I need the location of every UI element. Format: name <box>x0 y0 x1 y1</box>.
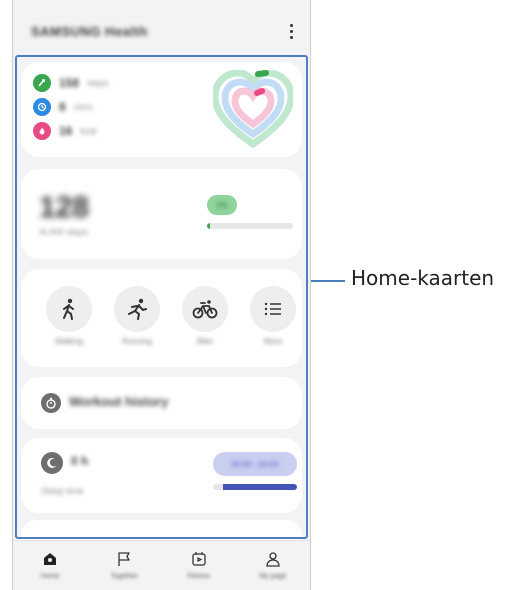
nav-label: Together <box>110 573 138 580</box>
nav-home[interactable]: Home <box>13 541 87 590</box>
walking-icon <box>63 298 74 320</box>
bike-icon <box>192 300 218 319</box>
profile-icon <box>266 552 280 567</box>
nav-fitness[interactable]: Fitness <box>162 541 236 590</box>
flag-icon <box>118 552 131 566</box>
exercise-label: Walking <box>54 337 84 346</box>
phone-screen: SAMSUNG Health 158 steps 8 mins 16 kcal <box>12 0 311 590</box>
exercise-label: More <box>263 337 283 346</box>
running-icon <box>128 298 147 320</box>
nav-label: Home <box>40 573 60 580</box>
more-options-button[interactable] <box>281 18 301 44</box>
metric-unit: mins <box>73 102 93 112</box>
metric-value: 16 <box>59 124 73 138</box>
nav-together[interactable]: Together <box>87 541 161 590</box>
walking-button[interactable] <box>46 286 92 332</box>
more-exercises-button[interactable] <box>250 286 296 332</box>
steps-progress-bar <box>207 223 293 229</box>
workout-history-card[interactable]: Workout history <box>21 377 302 429</box>
metric-unit: steps <box>87 78 109 88</box>
flame-icon <box>33 122 51 140</box>
nav-label: Fitness <box>187 573 210 580</box>
running-button[interactable] <box>114 286 160 332</box>
fitness-icon <box>191 552 206 566</box>
nav-label: My page <box>259 573 287 580</box>
callout-label: Home-kaarten <box>351 266 495 290</box>
bottom-navigation: Home Together Fitness My page <box>13 540 310 590</box>
steps-progress-fill <box>207 223 211 229</box>
steps-card[interactable]: 128 /6,000 steps 2% <box>21 169 302 259</box>
workout-history-label: Workout history <box>69 394 169 409</box>
activity-summary-card[interactable]: 158 steps 8 mins 16 kcal <box>21 62 302 157</box>
home-icon <box>44 553 57 565</box>
steps-icon <box>33 74 51 92</box>
steps-goal: /6,000 steps <box>39 227 89 237</box>
app-title: SAMSUNG Health <box>31 24 148 39</box>
sleep-value: 0 h <box>71 454 89 468</box>
steps-count: 128 <box>39 191 90 224</box>
sleep-time-badge: 00:00 - 00:00 <box>213 452 297 476</box>
stopwatch-icon <box>41 393 61 413</box>
steps-percent-badge: 2% <box>207 195 237 215</box>
sleep-card[interactable]: 0 h Sleep time 00:00 - 00:00 <box>21 438 302 513</box>
metric-row-calories: 16 kcal <box>33 122 96 140</box>
clock-icon <box>33 98 51 116</box>
sleep-progress-bar <box>213 484 297 490</box>
sleep-progress-fill <box>223 484 297 490</box>
metric-unit: kcal <box>80 126 97 136</box>
moon-icon <box>41 452 63 474</box>
list-icon <box>264 302 281 316</box>
metric-row-time: 8 mins <box>33 98 93 116</box>
sleep-time-label: 00:00 - 00:00 <box>231 459 279 469</box>
sleep-subtitle: Sleep time <box>41 486 84 496</box>
exercise-label: Bike <box>197 337 213 346</box>
steps-percent-label: 2% <box>216 200 228 210</box>
callout-line <box>311 280 345 282</box>
metric-value: 8 <box>59 100 66 114</box>
more-vertical-icon <box>289 23 293 27</box>
metric-row-steps: 158 steps <box>33 74 109 92</box>
app-bar: SAMSUNG Health <box>13 0 310 58</box>
activity-rings-heart <box>213 70 293 149</box>
exercise-label: Running <box>122 337 152 346</box>
metric-value: 158 <box>59 76 80 90</box>
nav-my-page[interactable]: My page <box>236 541 310 590</box>
bike-button[interactable] <box>182 286 228 332</box>
exercise-card: Walking Running Bike More <box>21 269 302 367</box>
